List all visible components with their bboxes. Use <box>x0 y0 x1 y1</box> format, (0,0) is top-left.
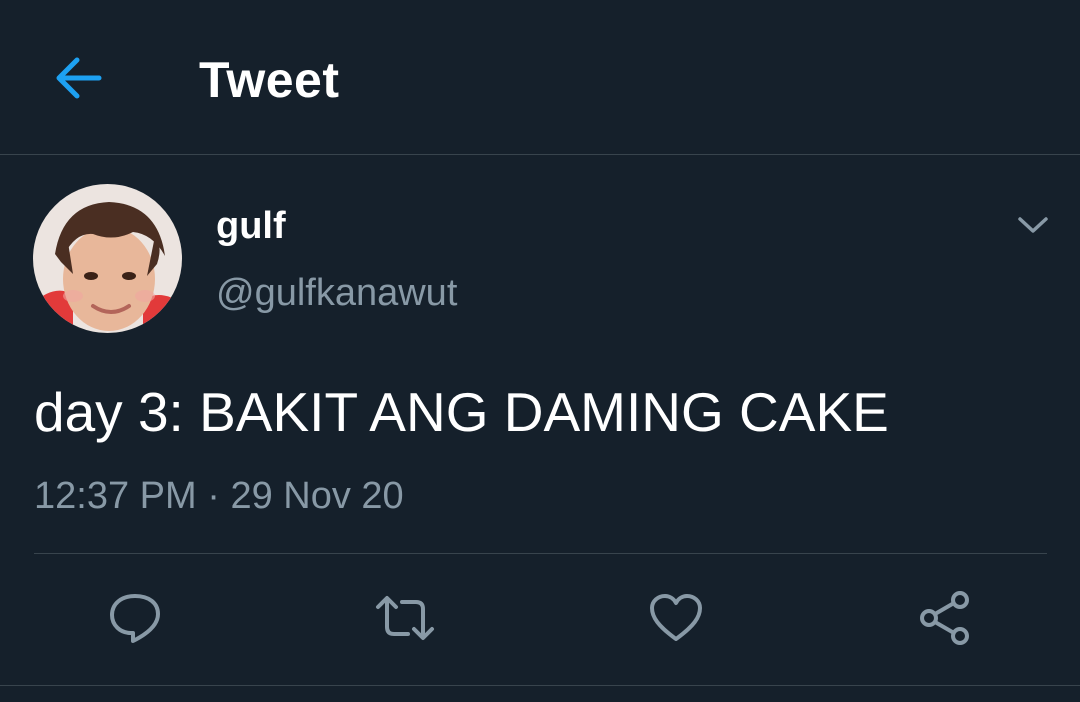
meta-separator: · <box>207 475 220 517</box>
reply-icon <box>107 591 163 645</box>
page-title: Tweet <box>199 52 340 108</box>
divider <box>34 553 1047 554</box>
chevron-down-icon <box>1017 215 1049 235</box>
tweet-timestamp: 12:37 PM · 29 Nov 20 <box>34 474 404 518</box>
tweet-time[interactable]: 12:37 PM <box>34 475 197 517</box>
bottom-divider <box>0 685 1080 686</box>
tweet-menu-button[interactable] <box>1005 200 1061 250</box>
back-button[interactable] <box>48 50 108 106</box>
retweet-button[interactable] <box>375 588 435 648</box>
tweet-text: day 3: BAKIT ANG DAMING CAKE <box>34 381 889 443</box>
heart-icon <box>648 592 704 644</box>
author-display-name[interactable]: gulf <box>216 203 286 249</box>
arrow-left-icon <box>53 56 103 100</box>
top-bar: Tweet <box>0 0 1080 155</box>
avatar[interactable] <box>33 184 182 333</box>
share-button[interactable] <box>915 588 975 648</box>
retweet-icon <box>374 593 436 643</box>
like-button[interactable] <box>646 588 706 648</box>
share-icon <box>917 590 973 646</box>
tweet-date[interactable]: 29 Nov 20 <box>230 475 403 517</box>
reply-button[interactable] <box>105 588 165 648</box>
author-handle[interactable]: @gulfkanawut <box>216 270 457 316</box>
